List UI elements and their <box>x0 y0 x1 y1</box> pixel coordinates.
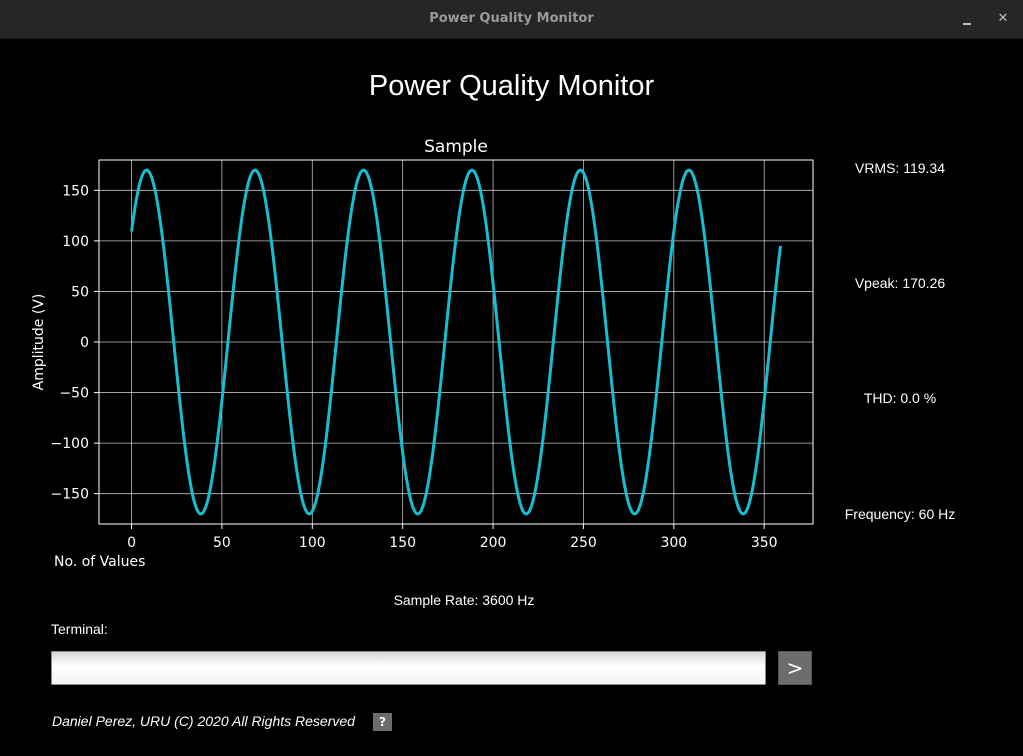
waveform-chart: 0 50 100 150 200 250 300 350 150 100 50 0 −50 −100 −15… <box>31 137 814 570</box>
y-tick-label: 0 <box>80 335 89 351</box>
x-tick-label: 200 <box>480 535 507 551</box>
window-title: Power Quality Monitor <box>429 11 594 26</box>
app-title: Power Quality Monitor <box>368 70 655 102</box>
y-tick-label: 50 <box>71 284 89 300</box>
vrms-readout: VRMS: 119.34 <box>854 160 945 176</box>
y-tick-label: −50 <box>59 386 89 402</box>
y-axis-label: Amplitude (V) <box>31 294 47 391</box>
terminal-input[interactable] <box>51 651 766 685</box>
vpeak-readout: Vpeak: 170.26 <box>854 275 946 291</box>
y-tick-label: −150 <box>51 487 89 503</box>
x-axis-label: No. of Values <box>54 554 145 570</box>
window-titlebar: Power Quality Monitor ✕ <box>0 0 1023 39</box>
x-tick-label: 250 <box>570 535 597 551</box>
close-icon[interactable]: ✕ <box>993 9 1013 29</box>
x-tick-label: 0 <box>127 535 136 551</box>
chart-title: Sample <box>424 137 488 157</box>
thd-readout: THD: 0.0 % <box>863 390 937 406</box>
help-button[interactable]: ? <box>373 713 392 731</box>
frequency-readout: Frequency: 60 Hz <box>844 506 956 522</box>
x-tick-label: 50 <box>213 535 231 551</box>
send-button[interactable]: > <box>778 651 812 685</box>
x-tick-label: 100 <box>299 535 326 551</box>
x-tick-label: 300 <box>660 535 687 551</box>
y-tick-label: −100 <box>51 436 89 452</box>
terminal-label: Terminal: <box>51 621 108 637</box>
y-tick-label: 150 <box>62 183 89 199</box>
y-tick-label: 100 <box>62 234 89 250</box>
minimize-icon[interactable] <box>957 9 977 29</box>
sample-rate-label: Sample Rate: 3600 Hz <box>393 592 535 608</box>
copyright-footer: Daniel Perez, URU (C) 2020 All Rights Re… <box>52 713 355 729</box>
x-tick-label: 350 <box>751 535 778 551</box>
x-tick-label: 150 <box>389 535 416 551</box>
